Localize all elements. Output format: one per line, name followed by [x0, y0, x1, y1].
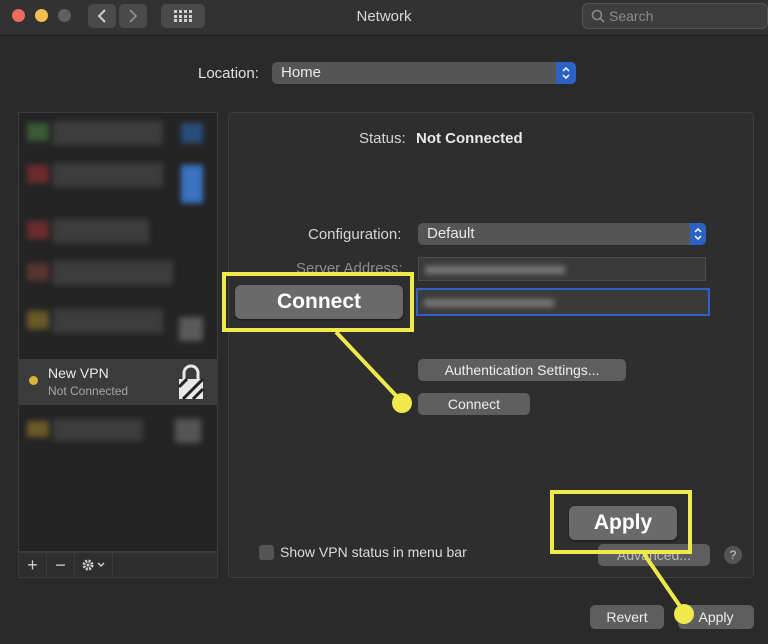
apply-callout-dot [674, 604, 694, 624]
apply-callout-line [642, 552, 686, 614]
connect-callout-dot [392, 393, 412, 413]
apply-callout-button: Apply [569, 506, 677, 540]
connect-callout-button: Connect [235, 285, 403, 319]
connect-callout-line [334, 330, 404, 404]
